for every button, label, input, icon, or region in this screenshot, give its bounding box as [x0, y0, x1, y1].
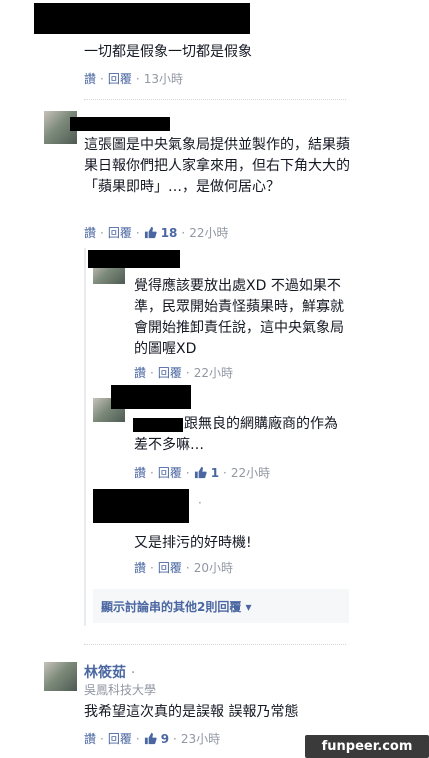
- redacted-name-2: [70, 117, 170, 131]
- commenter-school[interactable]: 吳鳳科技大學: [84, 681, 156, 698]
- reply-1-text: 覺得應該要放出處XD 不過如果不準，民眾開始責怪蘋果時，鮮寡就會開始推卸責任說，…: [134, 278, 344, 357]
- divider: [84, 644, 346, 645]
- thumbs-up-icon[interactable]: [144, 732, 157, 745]
- timestamp[interactable]: 22小時: [189, 224, 228, 241]
- thumbs-up-icon[interactable]: [144, 226, 157, 239]
- like-count[interactable]: 9: [161, 732, 169, 746]
- redacted-name-4: [111, 385, 191, 409]
- thumbs-up-icon[interactable]: [194, 466, 207, 479]
- reply-link[interactable]: 回覆: [108, 224, 132, 241]
- comment-2-text: 這張圖是中央氣象局提供並製作的，結果蘋果日報你們把人家拿來用，但右下角大大的「蘋…: [84, 137, 350, 195]
- comment-2-actions: 讚 · 回覆 · 18 · 22小時: [84, 224, 229, 241]
- timestamp[interactable]: 20小時: [194, 559, 233, 576]
- reply-3-text: 又是排污的好時機!: [134, 535, 252, 551]
- like-link[interactable]: 讚: [84, 70, 96, 87]
- like-link[interactable]: 讚: [84, 224, 96, 241]
- commenter-name-text[interactable]: 林筱茹: [84, 665, 126, 681]
- commenter-name[interactable]: 林筱茹 ·: [84, 662, 135, 682]
- like-count[interactable]: 18: [161, 226, 178, 240]
- like-link[interactable]: 讚: [134, 559, 146, 576]
- reply-link[interactable]: 回覆: [158, 559, 182, 576]
- reply-2-text: 跟無良的網購廠商的作為差不多嘛…: [134, 414, 350, 456]
- timestamp[interactable]: 23小時: [181, 730, 220, 747]
- redacted-name-5: [93, 489, 189, 523]
- avatar[interactable]: [44, 662, 77, 691]
- last-comment-text: 我希望這次真的是誤報 誤報乃常態: [84, 704, 299, 720]
- site-watermark: funpeer.com: [305, 735, 429, 758]
- timestamp[interactable]: 22小時: [194, 364, 233, 381]
- like-link[interactable]: 讚: [134, 464, 146, 481]
- reply-link[interactable]: 回覆: [158, 364, 182, 381]
- timestamp[interactable]: 13小時: [144, 70, 183, 87]
- reply-1-actions: 讚 · 回覆 · 22小時: [134, 364, 233, 381]
- reply-3-dot: ·: [198, 496, 202, 510]
- show-more-replies-button[interactable]: 顯示討論串的其他2則回覆 ▾: [93, 589, 349, 623]
- like-link[interactable]: 讚: [134, 364, 146, 381]
- reply-2-text-body: 跟無良的網購廠商的作為差不多嘛…: [134, 416, 338, 453]
- reply-link[interactable]: 回覆: [158, 464, 182, 481]
- redacted-name-1: [34, 3, 250, 34]
- redacted-name-3: [88, 250, 180, 268]
- like-count[interactable]: 1: [211, 466, 219, 480]
- reply-2-actions: 讚 · 回覆 · 1 · 22小時: [134, 464, 271, 481]
- comment-1-actions: 讚 · 回覆 · 13小時: [84, 70, 183, 87]
- last-comment-actions: 讚 · 回覆 · 9 · 23小時: [84, 730, 221, 747]
- reply-link[interactable]: 回覆: [108, 730, 132, 747]
- reply-link[interactable]: 回覆: [108, 70, 132, 87]
- reply-thread-rail: [84, 248, 86, 626]
- name-separator: ·: [130, 665, 136, 681]
- reply-3-actions: 讚 · 回覆 · 20小時: [134, 559, 233, 576]
- comment-1-text: 一切都是假象一切都是假象: [84, 44, 252, 60]
- like-link[interactable]: 讚: [84, 730, 96, 747]
- divider: [84, 99, 346, 100]
- timestamp[interactable]: 22小時: [231, 464, 270, 481]
